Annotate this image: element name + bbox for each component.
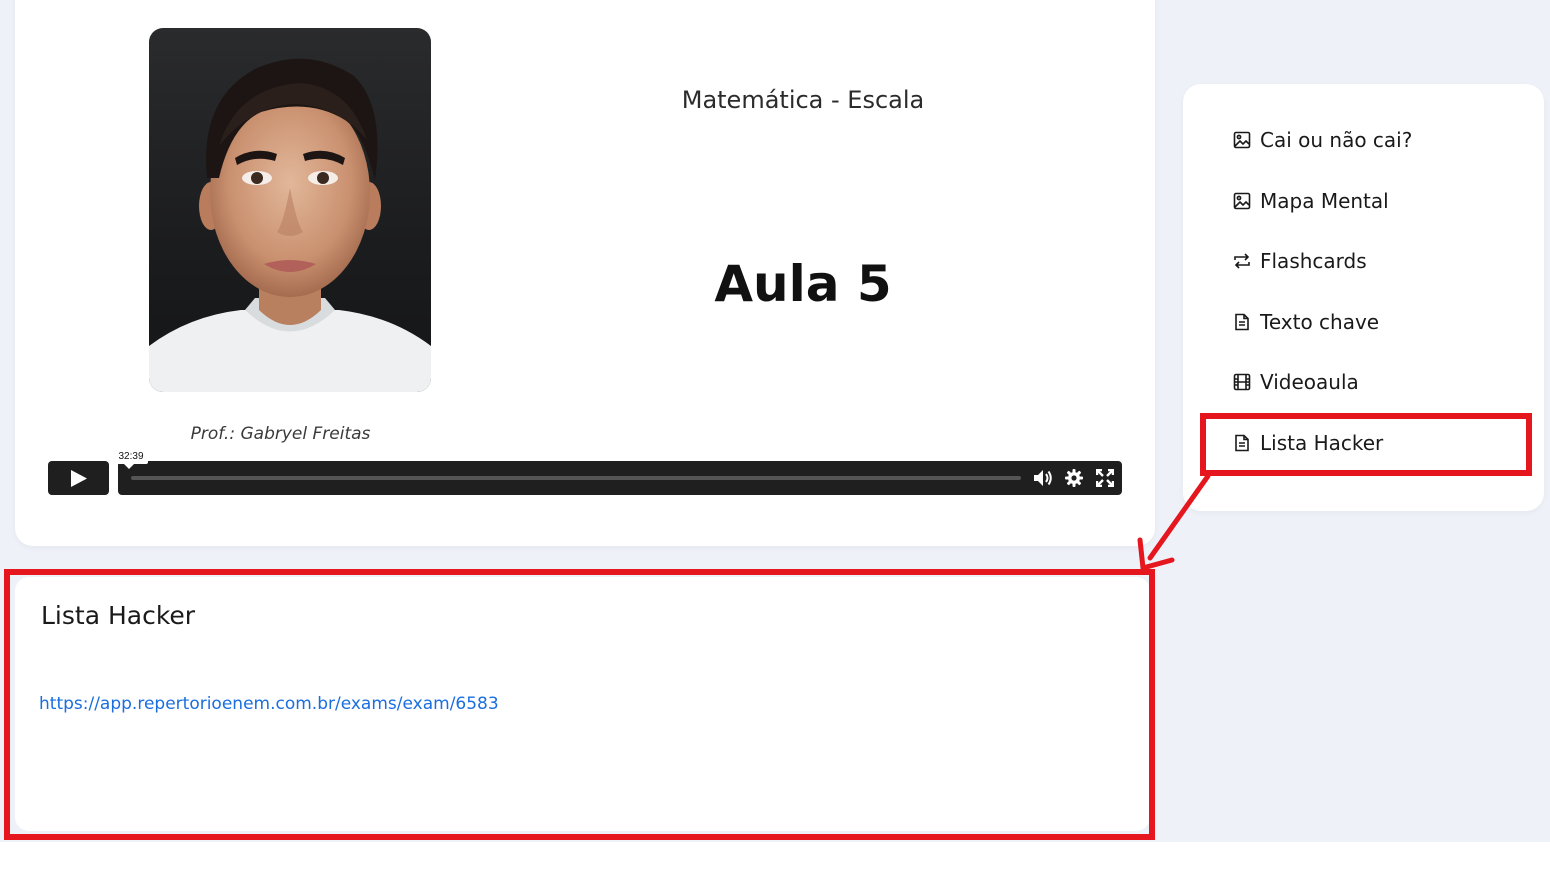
menu-item-lista-hacker[interactable]: Lista Hacker	[1233, 429, 1383, 457]
exam-link[interactable]: https://app.repertorioenem.com.br/exams/…	[39, 694, 499, 714]
fullscreen-icon[interactable]	[1095, 468, 1115, 488]
slide-subtitle: Matemática - Escala	[681, 86, 925, 114]
progress-bar[interactable]	[131, 476, 1021, 480]
menu-item-texto-chave[interactable]: Texto chave	[1233, 308, 1379, 336]
player-control-bar	[118, 461, 1122, 495]
menu-item-mapa-mental[interactable]: Mapa Mental	[1233, 187, 1389, 215]
document-icon	[1233, 434, 1251, 452]
menu-item-label: Texto chave	[1260, 310, 1380, 334]
menu-item-label: Mapa Mental	[1260, 189, 1389, 213]
play-button[interactable]	[48, 461, 109, 495]
menu-item-label: Cai ou não cai?	[1260, 128, 1413, 152]
lista-hacker-panel: Lista Hacker https://app.repertorioenem.…	[15, 577, 1150, 831]
menu-item-label: Flashcards	[1260, 249, 1367, 273]
professor-portrait	[149, 28, 431, 392]
video-frame[interactable]: Matemática - Escala Aula 5 Prof.: Gabrye…	[48, 0, 1122, 460]
time-tooltip: 32:39	[114, 449, 148, 469]
menu-item-cai-ou-nao-cai[interactable]: Cai ou não cai?	[1233, 126, 1412, 154]
play-icon	[71, 470, 87, 487]
lesson-resources-menu: Cai ou não cai? Mapa Mental Flashcards T…	[1183, 84, 1544, 511]
image-icon	[1233, 131, 1251, 149]
film-icon	[1233, 373, 1251, 391]
panel-title: Lista Hacker	[41, 601, 196, 630]
image-icon	[1233, 192, 1251, 210]
menu-item-label: Videoaula	[1260, 370, 1359, 394]
document-icon	[1233, 313, 1251, 331]
settings-gear-icon[interactable]	[1065, 469, 1083, 487]
repeat-icon	[1233, 252, 1251, 270]
slide-title: Aula 5	[714, 255, 892, 313]
menu-item-label: Lista Hacker	[1260, 431, 1384, 455]
menu-item-videoaula[interactable]: Videoaula	[1233, 368, 1359, 396]
menu-item-flashcards[interactable]: Flashcards	[1233, 247, 1367, 275]
volume-icon[interactable]	[1033, 469, 1052, 487]
slide-professor-name: Prof.: Gabryel Freitas	[190, 424, 371, 444]
